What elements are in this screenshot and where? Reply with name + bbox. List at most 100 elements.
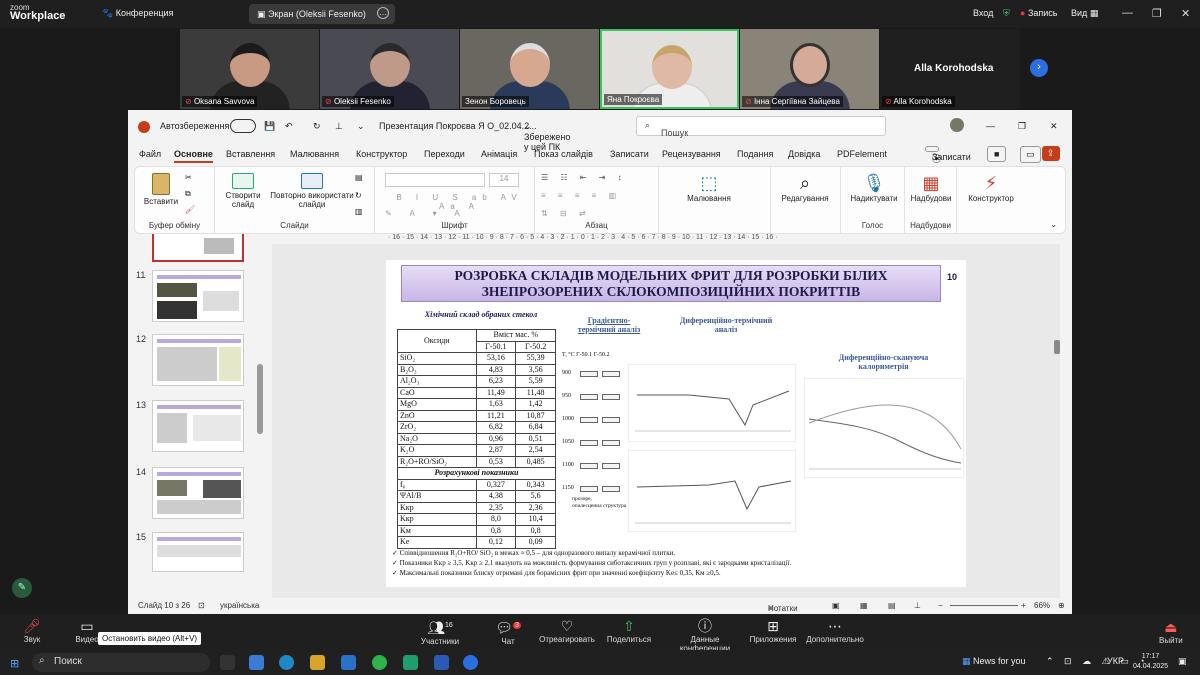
- record-button[interactable]: ⦿ Записати: [925, 146, 971, 164]
- zoom-out-icon[interactable]: −: [938, 601, 943, 610]
- normal-view-icon[interactable]: ▣: [832, 601, 840, 610]
- minimize-icon[interactable]: —: [986, 121, 995, 131]
- thumbnail-scrollbar[interactable]: [256, 234, 264, 598]
- dictate-button[interactable]: 🎙 Надиктувати: [845, 173, 903, 203]
- meeting-info-button[interactable]: ⓘ Данные конференции: [665, 617, 745, 653]
- designer-button[interactable]: ⚡ Конструктор: [961, 173, 1021, 203]
- reading-view-icon[interactable]: ▤: [888, 601, 896, 610]
- tab-help[interactable]: Довідка: [788, 149, 820, 159]
- camera-icon[interactable]: ■: [987, 146, 1007, 162]
- screen-share-indicator[interactable]: ▣ Экран (Oleksii Fesenko)…: [249, 4, 395, 24]
- redo-icon[interactable]: ↻: [313, 121, 321, 132]
- more-button[interactable]: ⋯ Дополнительно: [800, 617, 870, 644]
- edge-icon[interactable]: [279, 655, 294, 670]
- language-indicator[interactable]: УКР: [1107, 656, 1124, 666]
- comment-icon[interactable]: ▭: [1020, 146, 1041, 163]
- login-button[interactable]: Вход: [973, 8, 993, 18]
- clock[interactable]: 17:17 04.04.2025: [1133, 652, 1168, 672]
- slide-thumb-14[interactable]: [152, 467, 244, 519]
- tab-review[interactable]: Рецензування: [662, 149, 721, 159]
- language[interactable]: українська: [220, 601, 259, 610]
- slide-thumb-11[interactable]: [152, 270, 244, 322]
- zoom-level[interactable]: 66%: [1034, 601, 1050, 610]
- tab-draw[interactable]: Малювання: [290, 149, 339, 159]
- font-size-select[interactable]: 14: [489, 173, 519, 187]
- zoom-in-icon[interactable]: +: [1021, 601, 1026, 610]
- tab-animations[interactable]: Анімація: [481, 149, 517, 159]
- participants-button[interactable]: 👥︎16 Участники: [405, 617, 475, 646]
- close-icon[interactable]: ✕: [1050, 121, 1058, 132]
- explorer-icon[interactable]: [310, 655, 325, 670]
- tab-slideshow[interactable]: Показ слайдів: [534, 149, 593, 159]
- leave-button[interactable]: ⏏ Выйти: [1159, 618, 1183, 645]
- maximize-icon[interactable]: ❐: [1152, 7, 1162, 20]
- word-icon[interactable]: [434, 655, 449, 670]
- meeting-button[interactable]: 🐾 Конференция: [102, 8, 173, 19]
- format-painter-icon[interactable]: 🖌: [185, 205, 195, 214]
- zoom-app-icon[interactable]: [463, 655, 478, 670]
- slideshow-icon[interactable]: ⊥: [914, 601, 921, 610]
- excel-icon[interactable]: [403, 655, 418, 670]
- share-screen-button[interactable]: ⇧ Поделиться: [594, 617, 664, 644]
- cut-icon[interactable]: ✂: [185, 173, 192, 182]
- slide-thumb-12[interactable]: [152, 334, 244, 386]
- avatar[interactable]: [950, 118, 964, 132]
- slide-thumb-10[interactable]: [152, 234, 244, 262]
- next-page-icon[interactable]: ›: [1030, 59, 1048, 77]
- view-button[interactable]: Вид ▦: [1071, 8, 1098, 19]
- reactions-button[interactable]: ♡ Отреагировать: [532, 617, 602, 644]
- search-box[interactable]: ⌕ Пошук: [636, 116, 886, 138]
- start-icon[interactable]: ⊞: [10, 657, 19, 670]
- participant-tile-active[interactable]: Яна Покроєва: [600, 29, 739, 109]
- fit-icon[interactable]: ⊕: [1058, 601, 1065, 610]
- taskbar-search[interactable]: ⌕ Поиск: [32, 653, 210, 672]
- sorter-view-icon[interactable]: ▦: [860, 601, 868, 610]
- new-slide-button[interactable]: Створити слайд: [221, 173, 265, 209]
- tab-view[interactable]: Подання: [737, 149, 773, 159]
- news-widget[interactable]: ▦ News for you: [962, 656, 1026, 667]
- reset-icon[interactable]: ↻: [355, 191, 362, 200]
- close-icon[interactable]: ✕: [1181, 7, 1190, 20]
- more-icon[interactable]: …: [377, 7, 389, 19]
- participant-tile[interactable]: Зенон Боровець: [460, 29, 599, 109]
- align-icons[interactable]: ≡ ≡ ≡ ≡ ▥: [541, 191, 621, 200]
- save-icon[interactable]: 💾: [264, 121, 275, 132]
- tab-insert[interactable]: Вставлення: [226, 149, 275, 159]
- slide-thumb-15[interactable]: [152, 532, 244, 572]
- tab-pdfelement[interactable]: PDFelement: [837, 149, 887, 159]
- canvas-scrollbar[interactable]: [1054, 340, 1060, 354]
- font-color-icons[interactable]: ✎ A ▾ A: [385, 209, 468, 218]
- copy-icon[interactable]: ⧉: [185, 189, 191, 199]
- record-button[interactable]: ● Запись: [1020, 8, 1057, 18]
- reuse-slides-button[interactable]: Повторно використати слайди: [267, 173, 357, 209]
- apps-button[interactable]: ⊞ Приложения: [738, 617, 808, 644]
- participant-tile[interactable]: Alla Korohodska ⊘ Alla Korohodska: [880, 29, 1020, 109]
- minimize-icon[interactable]: —: [1122, 7, 1133, 19]
- paste-button[interactable]: Вставити: [141, 173, 181, 206]
- tab-transitions[interactable]: Переходи: [424, 149, 465, 159]
- copilot-icon[interactable]: [249, 655, 264, 670]
- task-view-icon[interactable]: [220, 655, 235, 670]
- saved-status[interactable]: Збережено у цей ПК ⌄: [524, 121, 570, 152]
- maximize-icon[interactable]: ❐: [1018, 121, 1026, 132]
- zoom-slider[interactable]: [950, 605, 1018, 606]
- addins-button[interactable]: ▦ Надбудови: [907, 173, 955, 203]
- undo-icon[interactable]: ↶: [285, 121, 293, 132]
- participant-tile[interactable]: ⊘ Oleksii Fesenko: [320, 29, 459, 109]
- tab-file[interactable]: Файл: [139, 149, 161, 159]
- tab-home[interactable]: Основне: [174, 149, 213, 163]
- text-direction-icons[interactable]: ⇅ ⊟ ⇄: [541, 209, 591, 218]
- present-icon[interactable]: ⊥: [335, 121, 343, 132]
- annotate-icon[interactable]: ✎: [12, 578, 32, 598]
- accessibility-icon[interactable]: ⊡: [198, 601, 205, 610]
- section-icon[interactable]: ▥: [355, 207, 363, 216]
- app-icon[interactable]: [341, 655, 356, 670]
- drawing-button[interactable]: ⬚ Малювання: [669, 173, 749, 203]
- share-icon[interactable]: ⇪: [1042, 146, 1060, 161]
- participant-tile[interactable]: ⊘ Oksana Savvova: [180, 29, 319, 109]
- autosave-toggle[interactable]: [230, 119, 256, 133]
- slide-thumb-13[interactable]: [152, 400, 244, 452]
- customize-icon[interactable]: ⌄: [357, 121, 365, 132]
- editing-button[interactable]: ⌕ Редагування: [775, 173, 835, 203]
- whatsapp-icon[interactable]: [372, 655, 387, 670]
